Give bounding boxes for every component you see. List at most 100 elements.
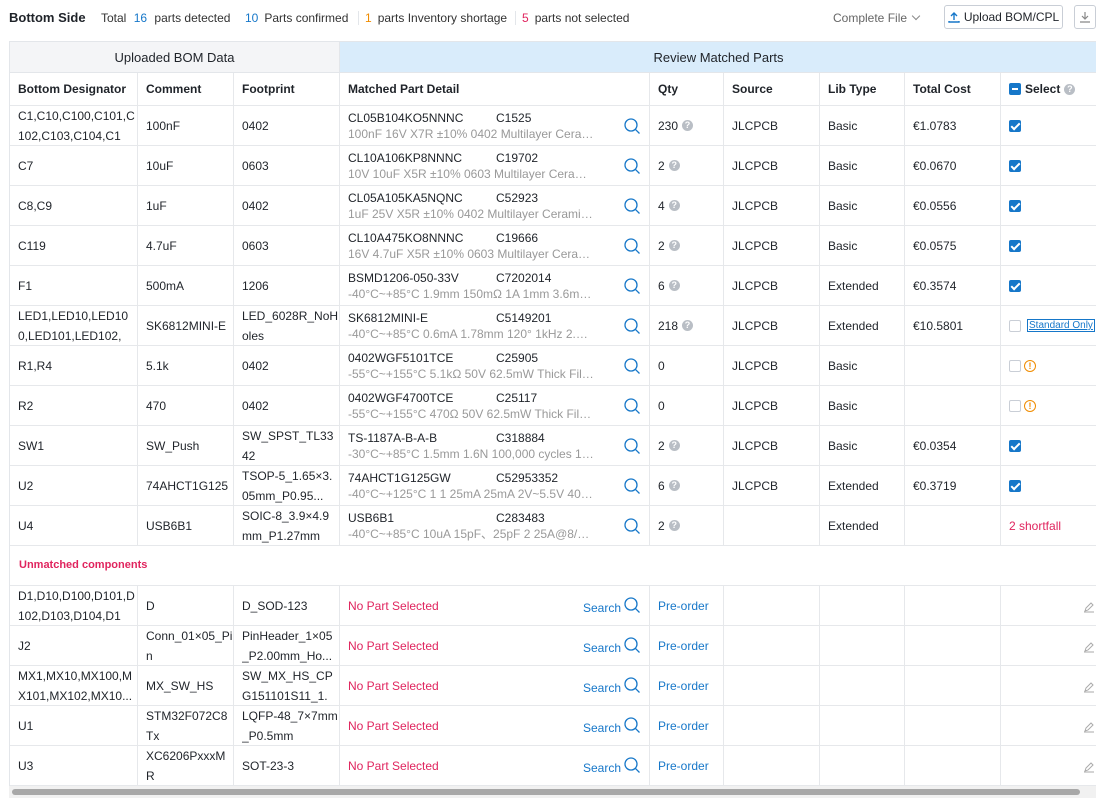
part-mpn[interactable]: TS-1187A-B-A-B — [348, 431, 437, 445]
select-cell — [1001, 146, 1096, 185]
preorder-link[interactable]: Pre-order — [658, 636, 709, 656]
part-mpn[interactable]: CL10A475KO8NNNC — [348, 231, 463, 245]
part-mpn[interactable]: CL05A105KA5NQNC — [348, 191, 463, 205]
matched-part-cell: CL05B104KO5NNNC C1525 100nF 16V X7R ±10% 0… — [340, 106, 650, 145]
qty-cell: Pre-order — [650, 626, 724, 665]
designator-text: D1,D10,D100,D101,D102,D103,D104,D10... — [18, 588, 135, 623]
lib-type-cell: Basic — [820, 426, 905, 465]
designator-text: R1,R4 — [18, 358, 53, 373]
part-mpn[interactable]: SK6812MINI-E — [348, 311, 428, 325]
edit-icon[interactable] — [1083, 599, 1095, 613]
scrollbar-thumb[interactable] — [12, 789, 1080, 795]
unmatched-row: D1,D10,D100,D101,D102,D103,D104,D10... D D… — [10, 586, 1096, 626]
search-part-link[interactable]: Search — [583, 596, 641, 620]
complete-file-dropdown[interactable]: Complete File — [833, 11, 921, 25]
comment-cell: 4.7uF — [138, 226, 234, 265]
part-mpn[interactable]: CL05B104KO5NNNC — [348, 111, 463, 125]
part-lcsc-number[interactable]: C7202014 — [496, 270, 551, 286]
preorder-link[interactable]: Pre-order — [658, 596, 709, 616]
help-icon: ? — [668, 480, 680, 491]
lib-type-cell — [820, 666, 905, 705]
search-icon[interactable] — [623, 397, 641, 415]
select-cell — [1001, 746, 1096, 785]
search-icon[interactable] — [623, 357, 641, 375]
select-all-checkbox[interactable] — [1009, 83, 1021, 95]
qty-value: 2 — [658, 438, 665, 453]
search-icon[interactable] — [623, 437, 641, 455]
part-lcsc-number[interactable]: C25117 — [496, 390, 537, 406]
comment-text: XC6206PxxxMR — [146, 748, 226, 783]
search-icon[interactable] — [623, 157, 641, 175]
select-checkbox[interactable] — [1009, 279, 1021, 292]
select-cell — [1001, 426, 1096, 465]
part-lcsc-number[interactable]: C19666 — [496, 230, 538, 246]
select-checkbox[interactable] — [1009, 239, 1021, 252]
part-lcsc-number[interactable]: C52923 — [496, 190, 538, 206]
upload-bom-cpl-button[interactable]: Upload BOM/CPL — [944, 5, 1063, 29]
part-lcsc-number[interactable]: C1525 — [496, 110, 531, 126]
horizontal-scrollbar[interactable] — [9, 786, 1096, 798]
standard-only-link[interactable]: Standard Only — [1027, 319, 1095, 332]
preorder-link[interactable]: Pre-order — [658, 676, 709, 696]
help-icon: ? — [668, 280, 680, 291]
footprint-text: LED_6028R_NoHoles — [242, 308, 339, 343]
search-part-link[interactable]: Search — [583, 756, 641, 780]
select-checkbox[interactable] — [1009, 439, 1021, 452]
part-mpn[interactable]: 0402WGF5101TCE — [348, 351, 453, 365]
search-icon[interactable] — [623, 197, 641, 215]
edit-icon[interactable] — [1083, 759, 1095, 773]
download-button[interactable] — [1074, 5, 1096, 29]
part-mpn[interactable]: USB6B1 — [348, 511, 394, 525]
search-part-link[interactable]: Search — [583, 636, 641, 660]
footprint-cell: SOT-23-3 — [234, 746, 340, 785]
select-checkbox[interactable] — [1009, 159, 1021, 172]
edit-icon[interactable] — [1083, 639, 1095, 653]
part-lcsc-number[interactable]: C283483 — [496, 510, 545, 526]
part-lcsc-number[interactable]: C5149201 — [496, 310, 551, 326]
footprint-cell: SOIC-8_3.9×4.9mm_P1.27mm — [234, 506, 340, 545]
part-mpn[interactable]: 0402WGF4700TCE — [348, 391, 453, 405]
search-icon[interactable] — [623, 277, 641, 295]
matched-part-cell: SK6812MINI-E C5149201 -40°C~+85°C 0.6mA 1.… — [340, 306, 650, 345]
select-checkbox[interactable] — [1009, 199, 1021, 212]
part-mpn[interactable]: BSMD1206-050-33V — [348, 271, 459, 285]
select-checkbox[interactable] — [1009, 119, 1021, 132]
table-row: F1 500mA 1206 BSMD1206-050-33V C7202014 -40°C… — [10, 266, 1096, 306]
search-icon[interactable] — [623, 317, 641, 335]
table-row: C1,C10,C100,C101,C102,C103,C104,C10... 10… — [10, 106, 1096, 146]
download-icon — [1080, 12, 1090, 23]
part-description: -40°C~+125°C 1 1 25mA 25mA 2V~5.5V 40uA … — [348, 486, 594, 501]
edit-icon[interactable] — [1083, 719, 1095, 733]
part-description: 10V 10uF X5R ±10% 0603 Multilayer Cerami… — [348, 166, 594, 181]
part-mpn[interactable]: CL10A106KP8NNNC — [348, 151, 462, 165]
select-checkbox[interactable] — [1009, 359, 1021, 372]
part-mpn[interactable]: 74AHCT1G125GW — [348, 471, 451, 485]
footprint-text: LQFP-48_7×7mm_P0.5mm — [242, 708, 338, 743]
select-checkbox[interactable] — [1009, 479, 1021, 492]
search-part-link[interactable]: Search — [583, 676, 641, 700]
designator-cell: C7 — [10, 146, 138, 185]
search-icon[interactable] — [623, 117, 641, 135]
select-checkbox[interactable] — [1009, 399, 1021, 412]
search-icon[interactable] — [623, 517, 641, 535]
part-lcsc-number[interactable]: C52953352 — [496, 470, 558, 486]
part-lcsc-number[interactable]: C19702 — [496, 150, 538, 166]
comment-cell: SW_Push — [138, 426, 234, 465]
search-icon[interactable] — [623, 477, 641, 495]
search-icon[interactable] — [623, 237, 641, 255]
part-lcsc-number[interactable]: C25905 — [496, 350, 538, 366]
lib-type-cell: Basic — [820, 386, 905, 425]
table-row: U4 USB6B1 SOIC-8_3.9×4.9mm_P1.27mm USB6B1 C2… — [10, 506, 1096, 546]
part-lcsc-number[interactable]: C318884 — [496, 430, 545, 446]
preorder-link[interactable]: Pre-order — [658, 756, 709, 776]
col-comment: Comment — [138, 73, 234, 105]
stat-shortage-label: parts Inventory shortage — [377, 11, 508, 25]
search-part-link[interactable]: Search — [583, 716, 641, 740]
source-cell: JLCPCB — [724, 226, 820, 265]
select-checkbox[interactable] — [1009, 319, 1021, 332]
preorder-link[interactable]: Pre-order — [658, 716, 709, 736]
part-detail: 0402WGF4700TCE C25117 -55°C~+155°C 470Ω 50… — [348, 390, 649, 422]
total-cost-cell — [905, 706, 1001, 745]
select-cell — [1001, 226, 1096, 265]
edit-icon[interactable] — [1083, 679, 1095, 693]
